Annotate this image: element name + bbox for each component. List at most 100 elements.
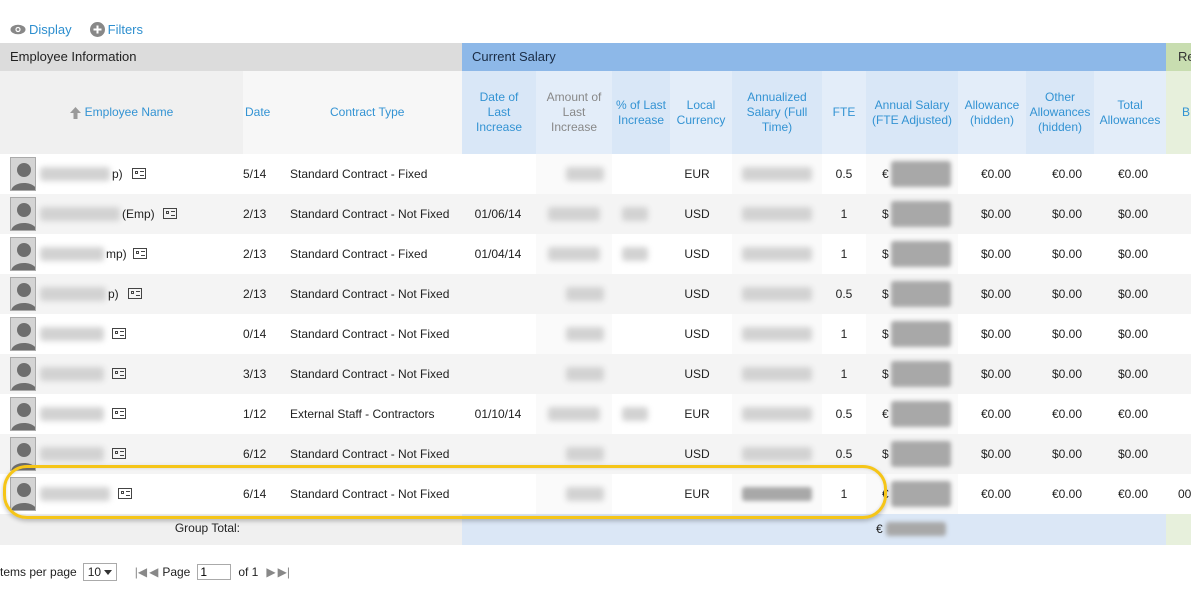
id-card-icon[interactable] xyxy=(163,208,177,219)
allowance-cell: €0.00 xyxy=(980,407,1012,421)
allowance-cell: €0.00 xyxy=(980,487,1012,501)
date-cell: 3/13 xyxy=(243,367,267,381)
redacted-annualized-salary xyxy=(742,447,812,461)
date-cell: 6/14 xyxy=(243,487,267,501)
redacted-amount xyxy=(548,207,600,221)
group-total-values: € xyxy=(462,514,1166,545)
other-allowances-cell: €0.00 xyxy=(1051,167,1083,181)
employee-name-suffix[interactable]: (Emp) xyxy=(122,194,155,234)
table-row[interactable]: 6/14 Standard Contract - Not Fixed EUR 1 € €0… xyxy=(0,474,1191,514)
redacted-annual-salary xyxy=(891,281,951,307)
person-silhouette-icon xyxy=(11,398,35,430)
total-allowances-cell: €0.00 xyxy=(1117,487,1149,501)
table-row[interactable]: (Emp) 2/13 Standard Contract - Not Fixed 01… xyxy=(0,194,1191,234)
col-header-other-allowances[interactable]: Other Allowances (hidden) xyxy=(1026,71,1094,154)
redacted-amount xyxy=(548,407,600,421)
other-allowances-cell: $0.00 xyxy=(1051,207,1083,221)
contract-type-cell: External Staff - Contractors xyxy=(290,407,435,421)
other-allowances-cell: €0.00 xyxy=(1051,487,1083,501)
display-label: Display xyxy=(29,21,72,37)
col-header-annualized-salary[interactable]: Annualized Salary (Full Time) xyxy=(732,71,822,154)
id-card-icon[interactable] xyxy=(118,488,132,499)
filters-button[interactable]: Filters xyxy=(89,21,143,37)
table-row[interactable]: p) 5/14 Standard Contract - Fixed EUR 0.5 € €0… xyxy=(0,154,1191,194)
redacted-percent xyxy=(622,247,648,261)
group-total-re xyxy=(1166,514,1191,545)
col-header-fte[interactable]: FTE xyxy=(822,71,866,154)
total-allowances-cell: $0.00 xyxy=(1117,447,1149,461)
table-row[interactable]: 0/14 Standard Contract - Not Fixed USD 1 $ $0… xyxy=(0,314,1191,354)
next-page-icon[interactable]: ▶ xyxy=(266,565,275,579)
employee-name-suffix[interactable]: mp) xyxy=(106,234,127,274)
col-header-contract-type[interactable]: Contract Type xyxy=(290,71,462,154)
person-silhouette-icon xyxy=(11,438,35,470)
redacted-annualized-salary xyxy=(742,487,812,501)
id-card-icon[interactable] xyxy=(112,448,126,459)
redacted-annualized-salary xyxy=(742,247,812,261)
redacted-annualized-salary xyxy=(742,407,812,421)
id-card-icon[interactable] xyxy=(112,408,126,419)
redacted-value xyxy=(886,522,946,536)
table-row[interactable]: p) 2/13 Standard Contract - Not Fixed USD 0.… xyxy=(0,274,1191,314)
avatar xyxy=(10,437,36,471)
id-card-icon[interactable] xyxy=(112,328,126,339)
redacted-amount xyxy=(566,447,604,461)
redacted-annual-salary xyxy=(891,481,951,507)
col-header-local-currency[interactable]: Local Currency xyxy=(670,71,732,154)
prev-page-icon[interactable]: ◀ xyxy=(149,565,158,579)
person-silhouette-icon xyxy=(11,318,35,350)
avatar xyxy=(10,197,36,231)
id-card-icon[interactable] xyxy=(112,368,126,379)
person-silhouette-icon xyxy=(11,238,35,270)
allowance-cell: $0.00 xyxy=(980,447,1012,461)
redacted-name xyxy=(40,287,106,301)
redacted-annualized-salary xyxy=(742,207,812,221)
table-row[interactable]: 1/12 External Staff - Contractors 01/10/14… xyxy=(0,394,1191,434)
id-card-icon[interactable] xyxy=(132,168,146,179)
total-allowances-cell: $0.00 xyxy=(1117,207,1149,221)
col-header-annual-salary-fte[interactable]: Annual Salary (FTE Adjusted) xyxy=(866,71,958,154)
col-header-employee-name[interactable]: Employee Name xyxy=(0,71,243,154)
redacted-amount xyxy=(566,327,604,341)
group-total-currency: € xyxy=(876,522,883,536)
date-last-increase-cell xyxy=(462,314,534,354)
redacted-percent xyxy=(622,407,648,421)
col-header-date-last-increase[interactable]: Date of Last Increase xyxy=(462,71,536,154)
col-header-re-b[interactable]: B xyxy=(1166,71,1191,154)
eye-icon xyxy=(10,24,26,34)
id-card-icon[interactable] xyxy=(128,288,142,299)
page-number-input[interactable] xyxy=(197,564,232,580)
table-row[interactable]: 3/13 Standard Contract - Not Fixed USD 1 $ $0… xyxy=(0,354,1191,394)
avatar xyxy=(10,277,36,311)
currency-cell: USD xyxy=(684,287,710,301)
caret-down-icon xyxy=(103,569,112,575)
col-header-total-allowances[interactable]: Total Allowances xyxy=(1094,71,1166,154)
display-button[interactable]: Display xyxy=(10,22,72,37)
items-per-page-select[interactable]: 10 xyxy=(82,563,117,581)
col-header-allowance-hidden[interactable]: Allowance (hidden) xyxy=(958,71,1026,154)
currency-cell: USD xyxy=(684,327,710,341)
salary-grid: Employee Information Current Salary Re E… xyxy=(0,43,1191,545)
person-silhouette-icon xyxy=(11,158,35,190)
employee-name-suffix[interactable]: p) xyxy=(108,274,119,314)
col-header-amount-last-increase[interactable]: Amount of Last Increase xyxy=(536,71,612,154)
redacted-name xyxy=(40,207,120,221)
group-total-row: Group Total: € xyxy=(0,514,1191,545)
redacted-name xyxy=(40,367,104,381)
first-page-icon[interactable]: |◀ xyxy=(135,565,147,579)
table-row[interactable]: mp) 2/13 Standard Contract - Fixed 01/04/14… xyxy=(0,234,1191,274)
col-header-date[interactable]: Date xyxy=(243,71,290,154)
redacted-amount xyxy=(566,367,604,381)
other-allowances-cell: $0.00 xyxy=(1051,327,1083,341)
date-last-increase-cell: 01/04/14 xyxy=(474,247,522,261)
id-card-icon[interactable] xyxy=(133,248,147,259)
employee-name-suffix[interactable]: p) xyxy=(112,154,123,194)
col-header-pct-last-increase[interactable]: % of Last Increase xyxy=(612,71,670,154)
fte-cell: 0.5 xyxy=(835,447,853,461)
redacted-name xyxy=(40,247,104,261)
contract-type-cell: Standard Contract - Not Fixed xyxy=(290,327,450,341)
date-last-increase-cell: 01/10/14 xyxy=(474,407,522,421)
redacted-amount xyxy=(566,167,604,181)
table-row[interactable]: 6/12 Standard Contract - Not Fixed USD 0.5 $… xyxy=(0,434,1191,474)
last-page-icon[interactable]: ▶| xyxy=(278,565,290,579)
